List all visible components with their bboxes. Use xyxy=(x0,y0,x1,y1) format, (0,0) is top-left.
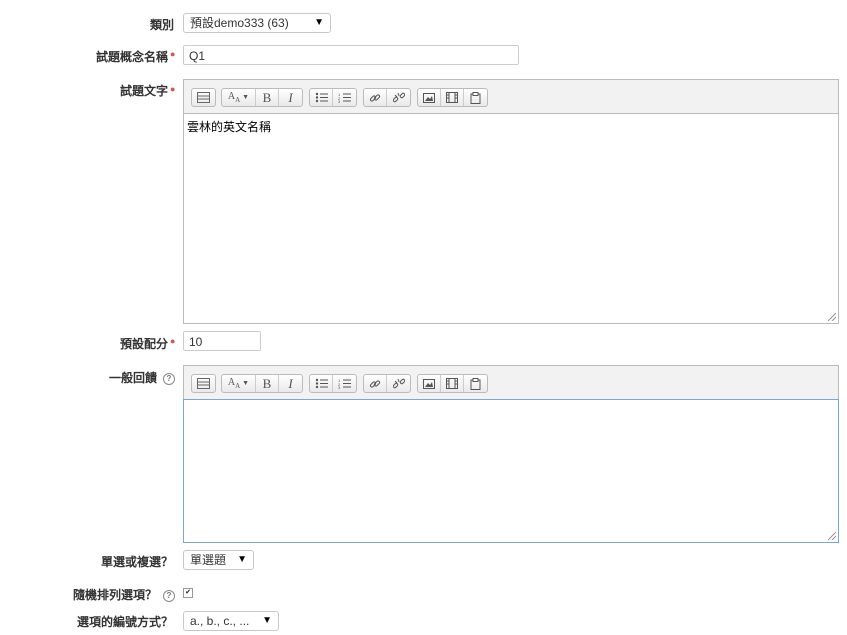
bullet-list-icon[interactable] xyxy=(310,89,333,106)
media-icon[interactable] xyxy=(441,375,464,392)
toolbar-toggle-icon[interactable] xyxy=(192,89,215,106)
numbering-label: 選項的編號方式？ xyxy=(76,615,173,629)
editor-toolbar: AA ▼ B I 123 xyxy=(184,366,838,399)
numbered-list-icon[interactable]: 123 xyxy=(333,375,356,392)
editor-toolbar: AA ▼ B I 123 xyxy=(184,80,838,113)
required-star-icon: ● xyxy=(170,84,176,94)
resize-handle-icon[interactable] xyxy=(828,313,836,321)
font-style-icon[interactable]: AA ▼ xyxy=(222,89,256,106)
help-question-icon[interactable]: ? xyxy=(163,590,175,602)
numbered-list-icon[interactable]: 123 xyxy=(333,89,356,106)
unlink-icon[interactable] xyxy=(387,89,410,106)
bold-button[interactable]: B xyxy=(256,89,279,106)
image-icon[interactable] xyxy=(418,375,441,392)
numbering-value: a., b., c., ... xyxy=(190,614,250,628)
shuffle-checkbox[interactable]: ✔ xyxy=(183,588,193,598)
bullet-list-icon[interactable] xyxy=(310,375,333,392)
question-name-label: 試題概念名稱 xyxy=(95,50,168,64)
general-feedback-label: 一般回饋 xyxy=(108,371,157,385)
paste-icon[interactable] xyxy=(464,89,487,106)
italic-button[interactable]: I xyxy=(279,375,302,392)
dropdown-caret-icon: ▼ xyxy=(262,615,272,626)
unlink-icon[interactable] xyxy=(387,375,410,392)
shuffle-label: 隨機排列選項？ xyxy=(72,588,157,602)
question-text-content[interactable]: 雲林的英文名稱 xyxy=(184,113,838,323)
question-text-value: 雲林的英文名稱 xyxy=(187,120,272,134)
image-icon[interactable] xyxy=(418,89,441,106)
dropdown-caret-icon: ▼ xyxy=(237,554,247,565)
paste-icon[interactable] xyxy=(464,375,487,392)
default-mark-label: 預設配分 xyxy=(119,337,168,351)
svg-text:3: 3 xyxy=(338,385,341,389)
single-multiple-value: 單選題 xyxy=(190,553,227,567)
svg-text:3: 3 xyxy=(338,99,341,103)
category-select-value: 預設demo333 (63) xyxy=(190,16,289,30)
italic-button[interactable]: I xyxy=(279,89,302,106)
question-text-label: 試題文字 xyxy=(119,84,168,98)
default-mark-input[interactable]: 10 xyxy=(183,331,261,351)
numbering-select[interactable]: a., b., c., ... ▼ xyxy=(183,611,279,631)
dropdown-caret-icon: ▼ xyxy=(314,17,324,28)
question-name-input[interactable]: Q1 xyxy=(183,45,519,65)
help-question-icon[interactable]: ? xyxy=(163,373,175,385)
category-label: 類別 xyxy=(149,18,174,32)
font-style-icon[interactable]: AA ▼ xyxy=(222,375,256,392)
toolbar-toggle-icon[interactable] xyxy=(192,375,215,392)
category-select[interactable]: 預設demo333 (63) ▼ xyxy=(183,13,331,33)
general-feedback-content[interactable] xyxy=(183,399,839,543)
required-star-icon: ● xyxy=(170,49,176,59)
media-icon[interactable] xyxy=(441,89,464,106)
single-multiple-label: 單選或複選？ xyxy=(100,555,173,569)
link-icon[interactable] xyxy=(364,89,387,106)
single-multiple-select[interactable]: 單選題 ▼ xyxy=(183,550,254,570)
required-star-icon: ● xyxy=(170,336,176,346)
question-text-editor: AA ▼ B I 123 雲林的英文名稱 xyxy=(183,79,839,324)
bold-button[interactable]: B xyxy=(256,375,279,392)
general-feedback-editor: AA ▼ B I 123 xyxy=(183,365,839,543)
resize-handle-icon[interactable] xyxy=(828,532,836,540)
link-icon[interactable] xyxy=(364,375,387,392)
